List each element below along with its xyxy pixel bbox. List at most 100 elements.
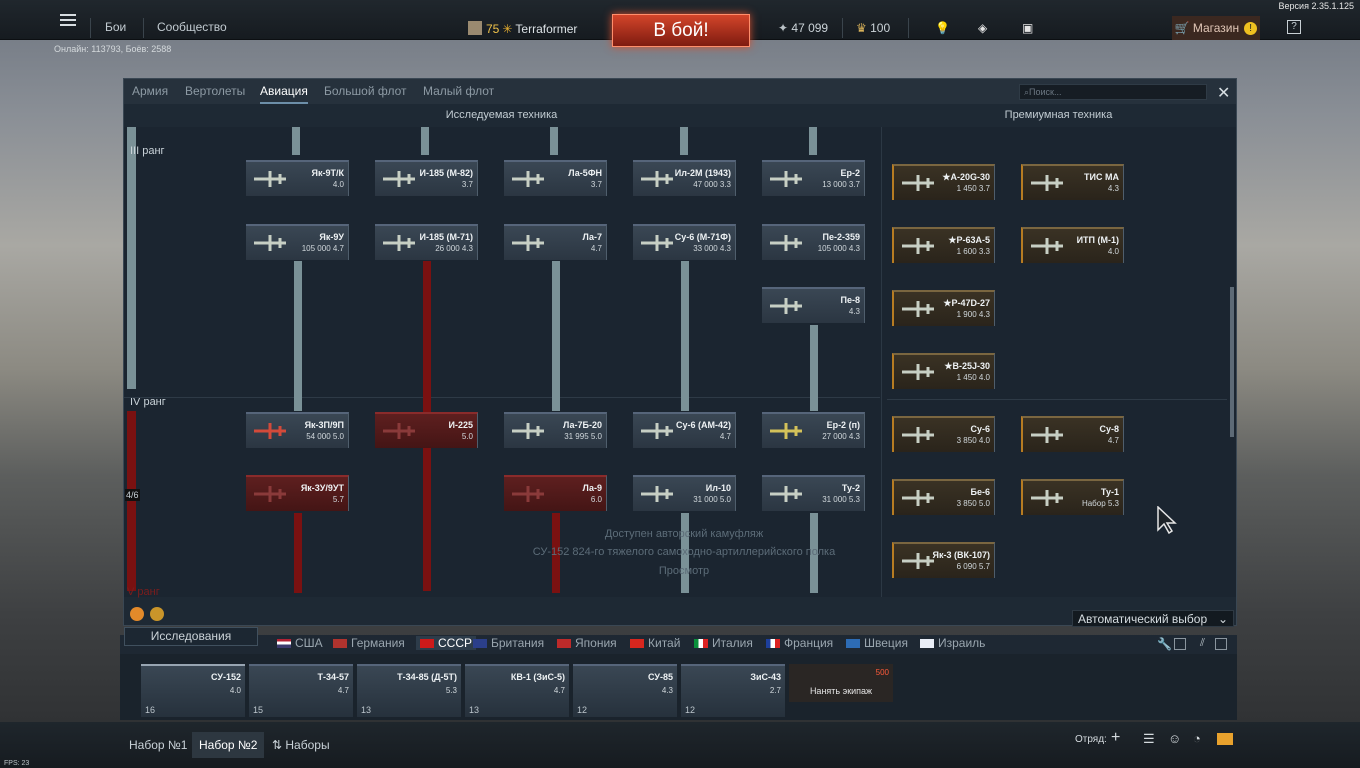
vehicle-card[interactable]: Ер-2 (п) 27 000 4.3 [762,412,865,448]
wrench-icon[interactable]: 🔧 [1157,637,1172,651]
vehicle-card[interactable]: И-185 (М-71) 26 000 4.3 [375,224,478,260]
vehicle-card[interactable]: Ту-2 31 000 5.3 [762,475,865,511]
premium-vehicle-card[interactable]: Бе-6 3 850 5.0 [892,479,995,515]
vehicle-card[interactable]: Як-3П/9П 54 000 5.0 [246,412,349,448]
vehicle-card[interactable]: Ер-2 13 000 3.7 [762,160,865,196]
researched-header: Исследуемая техника [445,109,558,121]
premium-vehicle-card[interactable]: ★A-20G-30 1 450 3.7 [892,164,995,200]
filter-icon[interactable]: ⫽ [1200,637,1205,650]
plane-icon [639,485,675,503]
tab-bluewater-fleet[interactable]: Большой флот [324,84,407,98]
crew-slot[interactable]: Т-34-85 (Д-5Т) 5.3 13 [357,664,461,717]
crew-slot[interactable]: КВ-1 (ЗиС-5) 4.7 13 [465,664,569,717]
shield-icon[interactable] [150,607,164,621]
nation-italy[interactable]: Италия [694,636,753,650]
close-icon[interactable]: ✕ [1217,83,1230,103]
preset-1[interactable]: Набор №1 [122,732,194,758]
crew-slot[interactable]: СУ-152 4.0 16 [141,664,245,717]
nav-battles[interactable]: Бои [105,20,126,34]
swap-icon: ⇅ [272,738,286,752]
research-tab[interactable]: Исследования [124,627,258,646]
premium-vehicle-card[interactable]: ★P-63A-5 1 600 3.3 [892,227,995,263]
tab-army[interactable]: Армия [132,84,168,98]
nation-sweden[interactable]: Швеция [846,636,908,650]
camo-preview-link[interactable]: Просмотр [624,565,744,577]
nation-label: Швеция [864,636,908,650]
scrollbar[interactable] [1230,287,1234,437]
vehicle-card[interactable]: Ла-5ФН 3.7 [504,160,607,196]
silver-balance[interactable]: ✦ 47 099 [778,21,828,35]
vehicle-card[interactable]: И-185 (М-82) 3.7 [375,160,478,196]
search-input[interactable]: ⌕Поиск... [1019,84,1207,100]
crew-slot[interactable]: Т-34-57 4.7 15 [249,664,353,717]
vehicle-br: 1 450 4.0 [956,373,990,382]
shop-button[interactable]: 🛒 Магазин! [1172,16,1260,40]
tab-aviation[interactable]: Авиация [260,84,308,104]
premium-vehicle-card[interactable]: Як-3 (ВК-107) 6 090 5.7 [892,542,995,578]
vehicle-card[interactable]: Пе-2-359 105 000 4.3 [762,224,865,260]
checkbox[interactable] [1215,638,1227,650]
crew-slot[interactable]: ЗиС-43 2.7 12 [681,664,785,717]
nation-britain[interactable]: Британия [473,636,544,650]
checkbox[interactable] [1174,638,1186,650]
vehicle-br: 6 090 5.7 [956,562,990,571]
mail-icon[interactable] [1217,733,1233,745]
preset-2[interactable]: Набор №2 [192,732,265,758]
player-info[interactable]: 75 ✳ Terraformer [468,21,577,36]
nation-japan[interactable]: Япония [557,636,617,650]
help-icon[interactable]: ? [1287,20,1301,34]
lightbulb-icon[interactable]: 💡 [935,21,950,35]
vehicle-card[interactable]: Ла-7Б-20 31 995 5.0 [504,412,607,448]
vehicle-card[interactable]: Пе-8 4.3 [762,287,865,323]
premium-vehicle-card[interactable]: ★P-47D-27 1 900 4.3 [892,290,995,326]
nation-france[interactable]: Франция [766,636,833,650]
premium-vehicle-card[interactable]: Ту-1 Набор 5.3 [1021,479,1124,515]
vehicle-card[interactable]: Ла-7 4.7 [504,224,607,260]
nation-ussr[interactable]: СССР [416,636,477,650]
vehicle-card[interactable]: Як-9У 105 000 4.7 [246,224,349,260]
nation-china[interactable]: Китай [630,636,680,650]
nav-community[interactable]: Сообщество [157,20,227,34]
premium-vehicle-card[interactable]: ★B-25J-30 1 450 4.0 [892,353,995,389]
chat-icon[interactable]: ◔ [1193,731,1201,746]
shield-icon[interactable] [130,607,144,621]
sweden-flag-icon [846,639,860,648]
tab-coastal-fleet[interactable]: Малый флот [423,84,494,98]
vehicle-card[interactable]: Су-6 (АМ-42) 4.7 [633,412,736,448]
premium-vehicle-card[interactable]: ИТП (М-1) 4.0 [1021,227,1124,263]
plus-icon[interactable]: + [1111,729,1120,747]
presets-button[interactable]: ⇅ Наборы [265,732,337,758]
gold-balance[interactable]: ♛ 100 [856,21,890,35]
plane-icon [639,170,675,188]
nation-germany[interactable]: Германия [333,636,405,650]
vehicle-name: И-185 (М-71) [419,232,473,242]
vehicle-card[interactable]: Су-6 (М-71Ф) 33 000 4.3 [633,224,736,260]
diamond-icon[interactable]: ◈ [978,21,987,35]
vehicle-card[interactable]: И-225 5.0 [375,412,478,448]
vehicle-card[interactable]: Ла-9 6.0 [504,475,607,511]
premium-vehicle-card[interactable]: Су-8 4.7 [1021,416,1124,452]
vehicle-card[interactable]: Ил-10 31 000 5.0 [633,475,736,511]
auto-select-dropdown[interactable]: Автоматический выбор ⌄ [1072,610,1234,627]
divider [842,18,843,38]
hire-crew-button[interactable]: 500 Нанять экипаж [789,664,893,702]
vehicle-br: 33 000 4.3 [693,244,731,253]
vehicle-card[interactable]: Як-9Т/К 4.0 [246,160,349,196]
vehicle-card[interactable]: Ил-2М (1943) 47 000 3.3 [633,160,736,196]
contacts-icon[interactable]: ☺ [1168,731,1181,746]
nation-usa[interactable]: США [277,636,323,650]
battle-button[interactable]: В бой! [612,14,750,47]
vehicle-br: 1 600 3.3 [956,247,990,256]
vehicle-name: Як-3У/9УТ [300,483,344,493]
plane-icon [1029,489,1065,507]
vehicle-card[interactable]: Як-3У/9УТ 5.7 [246,475,349,511]
nation-israel[interactable]: Израиль [920,636,985,650]
list-icon[interactable]: ☰ [1143,731,1155,747]
crew-slot[interactable]: СУ-85 4.3 12 [573,664,677,717]
bottom-bar: Набор №1 Набор №2 ⇅ Наборы Отряд: + ☰ ☺ … [0,722,1360,768]
premium-vehicle-card[interactable]: Су-6 3 850 4.0 [892,416,995,452]
premium-vehicle-card[interactable]: ТИС МА 4.3 [1021,164,1124,200]
ticket-icon[interactable]: ▣ [1022,21,1033,35]
tab-helicopters[interactable]: Вертолеты [185,84,245,98]
hamburger-menu-icon[interactable] [60,14,76,26]
